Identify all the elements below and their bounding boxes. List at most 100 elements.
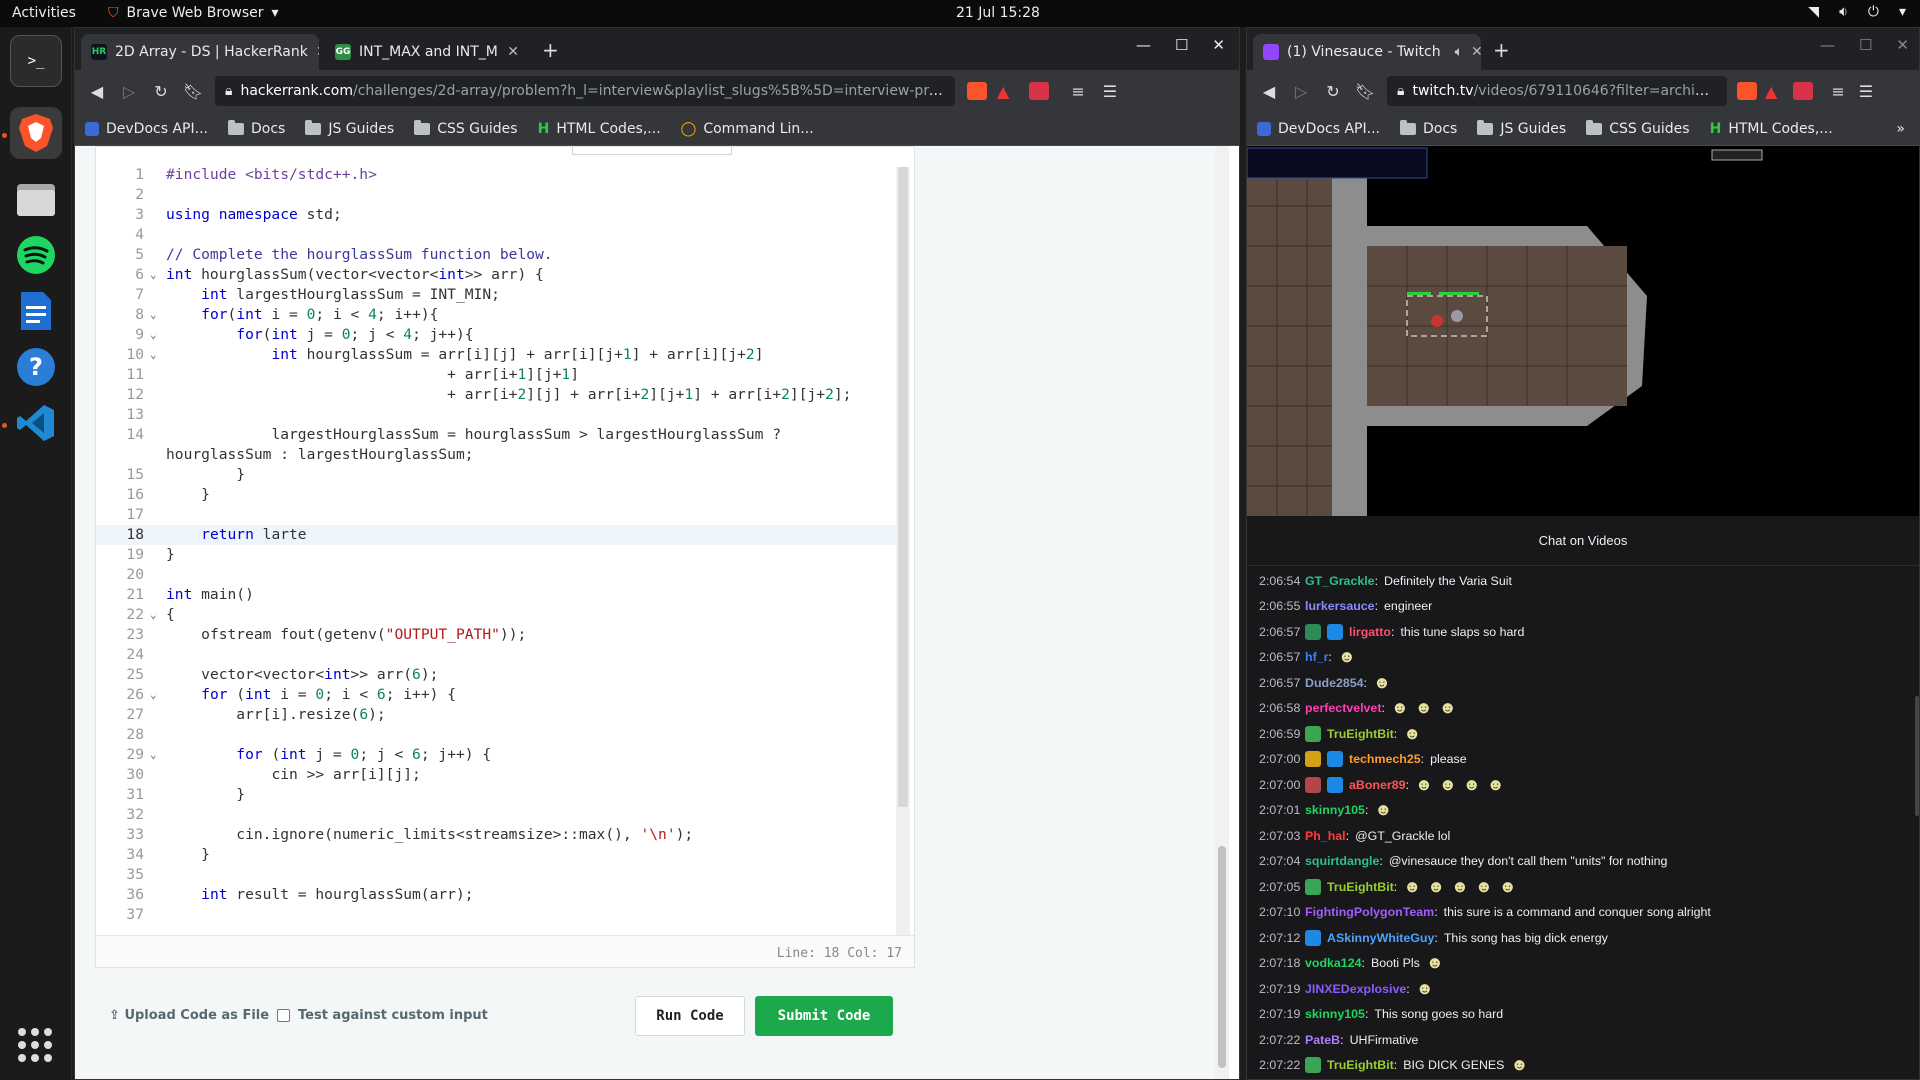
fold-chevron-icon[interactable]: ⌄ — [150, 685, 157, 705]
chat-log[interactable]: 2:06:54 GT_Grackle: Definitely the Varia S… — [1247, 568, 1919, 1079]
emote-icon[interactable]: ☻ — [1373, 673, 1391, 693]
chat-username[interactable]: squirtdangle — [1305, 854, 1379, 868]
bookmark-icon[interactable]: 🔖︎ — [1349, 82, 1381, 101]
user-badge-icon[interactable] — [1305, 929, 1321, 946]
new-tab-button[interactable]: + — [1493, 38, 1510, 62]
system-tray[interactable]: ◥ 🔉︎ ⏻ ▾ — [1808, 4, 1906, 20]
chat-username[interactable]: lurkersauce — [1305, 599, 1375, 613]
fold-chevron-icon[interactable]: ⌄ — [150, 265, 157, 285]
fold-chevron-icon[interactable]: ⌄ — [150, 745, 157, 765]
code-line[interactable]: 7 int largestHourglassSum = INT_MIN; — [96, 285, 896, 305]
code-line[interactable]: 33 cin.ignore(numeric_limits<streamsize>… — [96, 825, 896, 845]
user-badge-icon[interactable] — [1305, 725, 1321, 742]
chat-scrollbar[interactable] — [1915, 696, 1919, 816]
close-icon[interactable]: ✕ — [1896, 36, 1909, 54]
code-line[interactable]: 15 } — [96, 465, 896, 485]
emote-icon[interactable]: ☻ — [1487, 775, 1505, 795]
bookmark-html-codes[interactable]: H HTML Codes,... — [1710, 121, 1833, 137]
emote-icon[interactable]: ☻ — [1510, 1055, 1528, 1075]
user-badge-icon[interactable] — [1305, 776, 1321, 793]
code-line[interactable]: 11 + arr[i+1][j+1] — [96, 365, 896, 385]
audio-playing-icon[interactable]: 🔈︎ — [1455, 44, 1463, 60]
chat-username[interactable]: ASkinnyWhiteGuy — [1327, 931, 1434, 945]
reload-icon[interactable]: ↻ — [1317, 82, 1349, 101]
vscode-icon[interactable] — [10, 397, 62, 449]
code-line[interactable]: 13 — [96, 405, 896, 425]
playlist-icon[interactable]: ≡ — [1831, 82, 1844, 101]
menu-icon[interactable]: ☰ — [1103, 82, 1117, 101]
code-line[interactable]: 36 int result = hourglassSum(arr); — [96, 885, 896, 905]
app-menu[interactable]: ⛉ Brave Web Browser ▾ — [108, 5, 279, 21]
close-icon[interactable]: ✕ — [1212, 36, 1225, 54]
tab-twitch[interactable]: (1) Vinesauce - Twitch 🔈︎ ✕ — [1253, 34, 1481, 70]
code-line[interactable]: 22 ⌄ { — [96, 605, 896, 625]
bookmark-css-guides[interactable]: CSS Guides — [414, 119, 518, 137]
chat-username[interactable]: techmech25 — [1349, 752, 1421, 766]
close-icon[interactable]: ✕ — [316, 44, 319, 60]
code-line[interactable]: 27 arr[i].resize(6); — [96, 705, 896, 725]
files-icon[interactable] — [10, 173, 62, 225]
bookmark-docs[interactable]: Docs — [227, 119, 285, 137]
chat-username[interactable]: skinny105 — [1305, 1007, 1365, 1021]
help-icon[interactable]: ? — [10, 341, 62, 393]
code-line[interactable]: 8 ⌄ for(int i = 0; i < 4; i++){ — [96, 305, 896, 325]
bookmark-html-codes[interactable]: H HTML Codes,... — [538, 121, 661, 137]
emote-icon[interactable]: ☻ — [1403, 724, 1421, 744]
back-icon[interactable]: ◀ — [81, 82, 113, 101]
page-scrollbar[interactable] — [1215, 146, 1229, 1079]
chat-username[interactable]: skinny105 — [1305, 803, 1365, 817]
close-icon[interactable]: ✕ — [1471, 44, 1481, 60]
menu-icon[interactable]: ☰ — [1859, 82, 1873, 101]
terminal-icon[interactable]: >_ — [10, 35, 62, 87]
new-tab-button[interactable]: + — [542, 38, 559, 62]
chat-username[interactable]: hf_r — [1305, 650, 1328, 664]
user-badge-icon[interactable] — [1305, 623, 1321, 640]
brave-shields-icon[interactable] — [1737, 82, 1757, 100]
run-code-button[interactable]: Run Code — [635, 996, 745, 1036]
code-line[interactable]: 4 — [96, 225, 896, 245]
close-icon[interactable]: ✕ — [507, 44, 519, 60]
chat-username[interactable]: TruEightBit — [1327, 1058, 1394, 1072]
code-line[interactable]: 1 #include <bits/stdc++.h> — [96, 165, 896, 185]
code-line[interactable]: 29 ⌄ for (int j = 0; j < 6; j++) { — [96, 745, 896, 765]
back-icon[interactable]: ◀ — [1253, 82, 1285, 101]
code-line[interactable]: 32 — [96, 805, 896, 825]
custom-input-toggle[interactable]: Test against custom input — [277, 1008, 488, 1023]
more-bookmarks-icon[interactable]: » — [1896, 121, 1905, 137]
tab-hackerrank[interactable]: HR 2D Array - DS | HackerRank ✕ — [81, 34, 319, 70]
code-line[interactable]: 25 vector<vector<int>> arr(6); — [96, 665, 896, 685]
forward-icon[interactable]: ▷ — [1285, 82, 1317, 101]
code-line[interactable]: 6 ⌄ int hourglassSum(vector<vector<int>> a… — [96, 265, 896, 285]
extension-icon[interactable] — [1029, 82, 1050, 100]
emote-icon[interactable]: ☻ — [1415, 698, 1433, 718]
emote-icon[interactable]: ☻ — [1416, 979, 1434, 999]
user-badge-icon[interactable] — [1305, 1057, 1321, 1074]
maximize-icon[interactable]: ☐ — [1859, 36, 1872, 54]
code-lines[interactable]: 1 #include <bits/stdc++.h> 2 3 using namespa… — [96, 165, 896, 925]
bookmark-devdocs[interactable]: DevDocs API... — [1257, 121, 1380, 137]
tab-int-max[interactable]: GG INT_MAX and INT_MIN in C ✕ — [325, 34, 529, 70]
emote-icon[interactable]: ☻ — [1475, 877, 1493, 897]
bookmark-command-line[interactable]: ◯ Command Lin... — [681, 121, 814, 137]
emote-icon[interactable]: ☻ — [1463, 775, 1481, 795]
user-badge-icon[interactable] — [1305, 878, 1321, 895]
bookmark-js-guides[interactable]: JS Guides — [1477, 119, 1566, 137]
code-line[interactable]: 16 } — [96, 485, 896, 505]
code-line[interactable]: 34 } — [96, 845, 896, 865]
code-line[interactable]: 30 cin >> arr[i][j]; — [96, 765, 896, 785]
show-applications-button[interactable] — [18, 1028, 52, 1062]
code-line[interactable]: 26 ⌄ for (int i = 0; i < 6; i++) { — [96, 685, 896, 705]
fold-chevron-icon[interactable]: ⌄ — [150, 305, 157, 325]
maximize-icon[interactable]: ☐ — [1175, 36, 1188, 54]
video-player[interactable] — [1247, 146, 1919, 516]
chat-username[interactable]: Dude2854 — [1305, 676, 1364, 690]
code-line[interactable]: 35 — [96, 865, 896, 885]
chat-username[interactable]: GT_Grackle — [1305, 574, 1375, 588]
minimize-icon[interactable]: — — [1820, 36, 1835, 54]
upload-code-button[interactable]: ⇪ Upload Code as File — [109, 1008, 269, 1023]
code-line[interactable]: 14 largestHourglassSum = hourglassSum > … — [96, 425, 896, 465]
user-badge-icon[interactable] — [1327, 751, 1343, 768]
emote-icon[interactable]: ☻ — [1499, 877, 1517, 897]
address-bar[interactable]: 🔒︎ hackerrank.com/challenges/2d-array/pr… — [215, 76, 955, 106]
code-line[interactable]: 3 using namespace std; — [96, 205, 896, 225]
